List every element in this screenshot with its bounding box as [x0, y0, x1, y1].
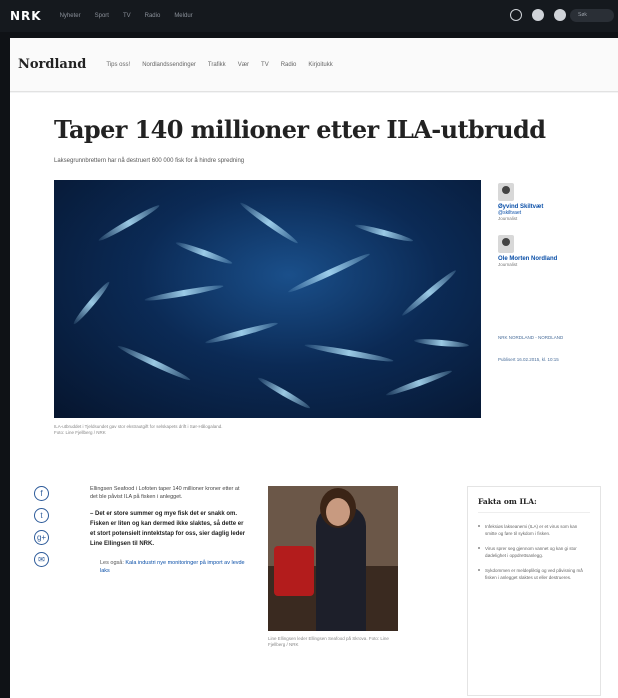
browser-frame: NRK Nyheter Sport TV Radio Meldur Søk No…	[0, 0, 618, 698]
email-icon[interactable]: ✉	[34, 552, 49, 567]
share-buttons: f t g+ ✉	[34, 486, 49, 567]
article-meta: NRK NORDLAND - NORDLAND Publisert 16.02.…	[498, 335, 608, 379]
publish-time: Publisert 16.02.2015, kl. 10:15	[498, 357, 559, 362]
subnav-item[interactable]: Kirjoitukk	[308, 62, 332, 68]
author-avatar	[498, 183, 514, 201]
top-nav-item[interactable]: Radio	[145, 13, 161, 19]
author-avatar	[498, 235, 514, 253]
inline-photo-caption: Line Ellingsen leder Ellingsen Seafood p…	[268, 636, 389, 647]
facts-list: Infeksiøs lakseanemi (ILA) er et virus s…	[478, 523, 590, 581]
subnav-item[interactable]: Trafikk	[208, 62, 226, 68]
top-nav-item[interactable]: Nyheter	[60, 13, 81, 19]
author-role: Journalist	[498, 262, 518, 267]
section-link[interactable]: NRK NORDLAND - NORDLAND	[498, 335, 608, 340]
facts-box: Fakta om ILA: Infeksiøs lakseanemi (ILA)…	[467, 486, 601, 696]
menu-icon[interactable]	[554, 9, 566, 21]
inline-photo-portrait[interactable]	[268, 486, 398, 631]
subnav-items: Tips oss! Nordlandssendinger Trafikk Vær…	[106, 62, 332, 68]
top-nav-item[interactable]: Meldur	[174, 13, 192, 19]
hero-caption: ILA-utbruddet i Tjeldsundet gav stor eks…	[54, 424, 354, 436]
twitter-icon[interactable]: t	[34, 508, 49, 523]
author-role: Journalist	[498, 216, 518, 221]
facebook-icon[interactable]: f	[34, 486, 49, 501]
subnav-item[interactable]: Tips oss!	[106, 62, 130, 68]
hero-image-salmon[interactable]	[54, 180, 481, 418]
settings-icon[interactable]	[532, 9, 544, 21]
region-title[interactable]: Nordland	[18, 57, 86, 72]
author-card[interactable]: Ole Morten Nordland Journalist	[498, 235, 608, 267]
body-quote: – Det er store summer og mye fisk det er…	[90, 511, 246, 547]
hero-caption-credit: Foto: Line Fjellberg / NRK	[54, 430, 106, 435]
top-icons	[510, 9, 566, 21]
search-input[interactable]: Søk	[570, 9, 614, 22]
facts-title: Fakta om ILA:	[478, 497, 590, 513]
facts-item: Infeksiøs lakseanemi (ILA) er et virus s…	[478, 523, 590, 537]
article-headline: Taper 140 millioner etter ILA-utbrudd	[54, 115, 546, 144]
author-list: Øyvind Skiltvæt @skiltvaet Journalist Ol…	[498, 183, 608, 281]
article-lead: Laksegrunnbrettern har nå destruert 600 …	[54, 158, 245, 164]
author-card[interactable]: Øyvind Skiltvæt @skiltvaet Journalist	[498, 183, 608, 221]
googleplus-icon[interactable]: g+	[34, 530, 49, 545]
facts-item: Virus sprer seg gjennom vannet og kan gi…	[478, 545, 590, 559]
read-also: Les også: Kala industri nye monitoringer…	[90, 559, 248, 575]
nrk-logo[interactable]: NRK	[10, 9, 42, 23]
article: Taper 140 millioner etter ILA-utbrudd La…	[10, 93, 618, 698]
page: Nordland Tips oss! Nordlandssendinger Tr…	[10, 38, 618, 698]
subnav-item[interactable]: Vær	[238, 62, 249, 68]
user-icon[interactable]	[510, 9, 522, 21]
body-intro: Ellingsen Seafood i Lofoten taper 140 mi…	[90, 486, 240, 500]
region-subnav: Nordland Tips oss! Nordlandssendinger Tr…	[10, 38, 618, 92]
top-nav: Nyheter Sport TV Radio Meldur	[60, 13, 193, 19]
top-nav-item[interactable]: Sport	[95, 13, 109, 19]
nrk-topbar: NRK Nyheter Sport TV Radio Meldur Søk	[0, 0, 618, 32]
subnav-item[interactable]: Radio	[281, 62, 297, 68]
article-body: Ellingsen Seafood i Lofoten taper 140 mi…	[90, 485, 248, 575]
subnav-item[interactable]: Nordlandssendinger	[142, 62, 196, 68]
subnav-item[interactable]: TV	[261, 62, 269, 68]
read-also-prefix: Les også:	[100, 560, 124, 566]
facts-item: Sykdommen er meldepliktig og ved påvisni…	[478, 567, 590, 581]
top-nav-item[interactable]: TV	[123, 13, 131, 19]
